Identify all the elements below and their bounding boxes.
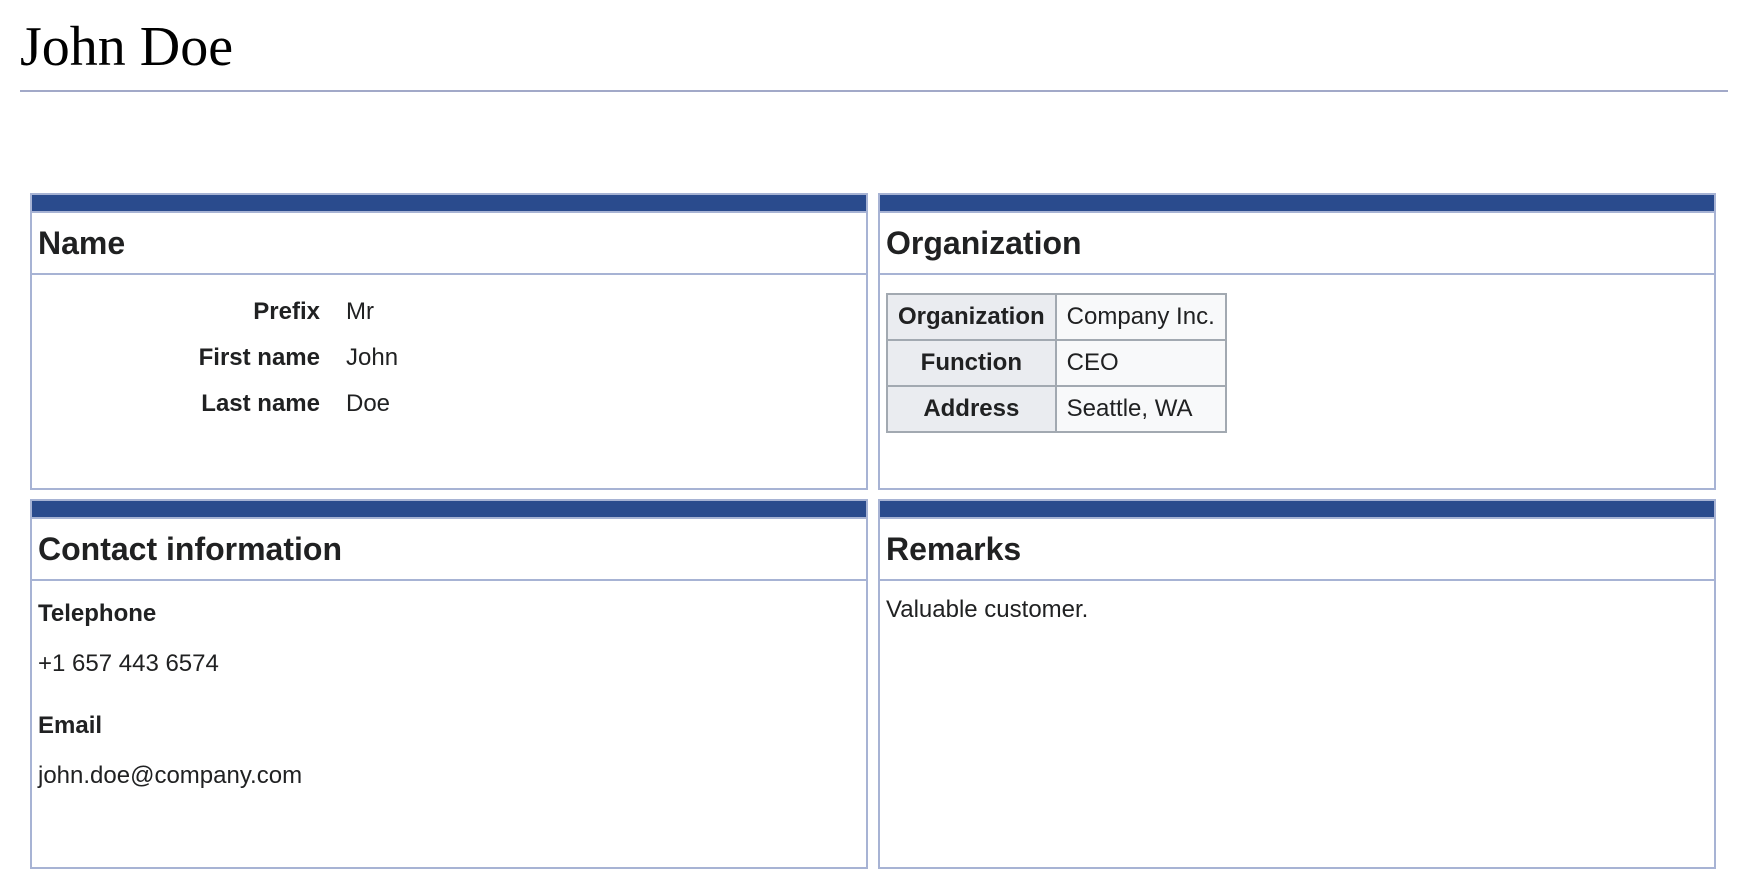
table-row: Address Seattle, WA — [886, 385, 1227, 433]
panel-header-bar — [880, 501, 1714, 519]
contact-body: Telephone +1 657 443 6574 Email john.doe… — [32, 581, 866, 795]
table-row: Organization Company Inc. — [886, 293, 1227, 341]
organization-panel: Organization Organization Company Inc. F… — [878, 193, 1716, 490]
contact-panel-heading: Contact information — [38, 530, 342, 567]
table-key-cell: Function — [886, 339, 1057, 387]
table-key-cell: Organization — [886, 293, 1057, 341]
table-key-cell: Address — [886, 385, 1057, 433]
table-row: Function CEO — [886, 339, 1227, 387]
telephone-value: +1 657 443 6574 — [38, 650, 219, 677]
remarks-text: Valuable customer. — [886, 596, 1089, 623]
remarks-panel-heading: Remarks — [886, 530, 1022, 567]
title-divider — [20, 90, 1728, 92]
field-label: Prefix — [253, 298, 320, 325]
contact-panel: Contact information Telephone +1 657 443… — [30, 499, 868, 869]
field-row-last-name: Last name Doe — [32, 381, 866, 427]
panel-heading-row: Remarks — [880, 519, 1714, 581]
panel-heading-row: Organization — [880, 213, 1714, 275]
table-value-cell: Company Inc. — [1054, 293, 1227, 341]
panel-heading-row: Name — [32, 213, 866, 275]
remarks-panel: Remarks Valuable customer. — [878, 499, 1716, 869]
organization-panel-heading: Organization — [886, 224, 1082, 261]
email-value: john.doe@company.com — [38, 762, 303, 789]
telephone-label: Telephone — [38, 600, 157, 627]
field-value: Mr — [346, 298, 374, 325]
field-value: Doe — [346, 390, 391, 417]
field-value: John — [346, 344, 399, 371]
panel-header-bar — [32, 501, 866, 519]
field-row-prefix: Prefix Mr — [32, 289, 866, 335]
panel-header-bar — [880, 195, 1714, 213]
field-row-first-name: First name John — [32, 335, 866, 381]
field-label: First name — [198, 344, 320, 371]
table-value-cell: Seattle, WA — [1054, 385, 1227, 433]
table-value-cell: CEO — [1054, 339, 1227, 387]
panel-header-bar — [32, 195, 866, 213]
email-label: Email — [38, 712, 103, 739]
panel-heading-row: Contact information — [32, 519, 866, 581]
field-label: Last name — [201, 390, 320, 417]
page-title: John Doe — [20, 16, 234, 78]
name-panel: Name Prefix Mr First name John Last name… — [30, 193, 868, 490]
name-panel-heading: Name — [38, 224, 126, 261]
organization-table: Organization Company Inc. Function CEO A… — [886, 293, 1227, 433]
name-field-list: Prefix Mr First name John Last name Doe — [32, 289, 866, 427]
